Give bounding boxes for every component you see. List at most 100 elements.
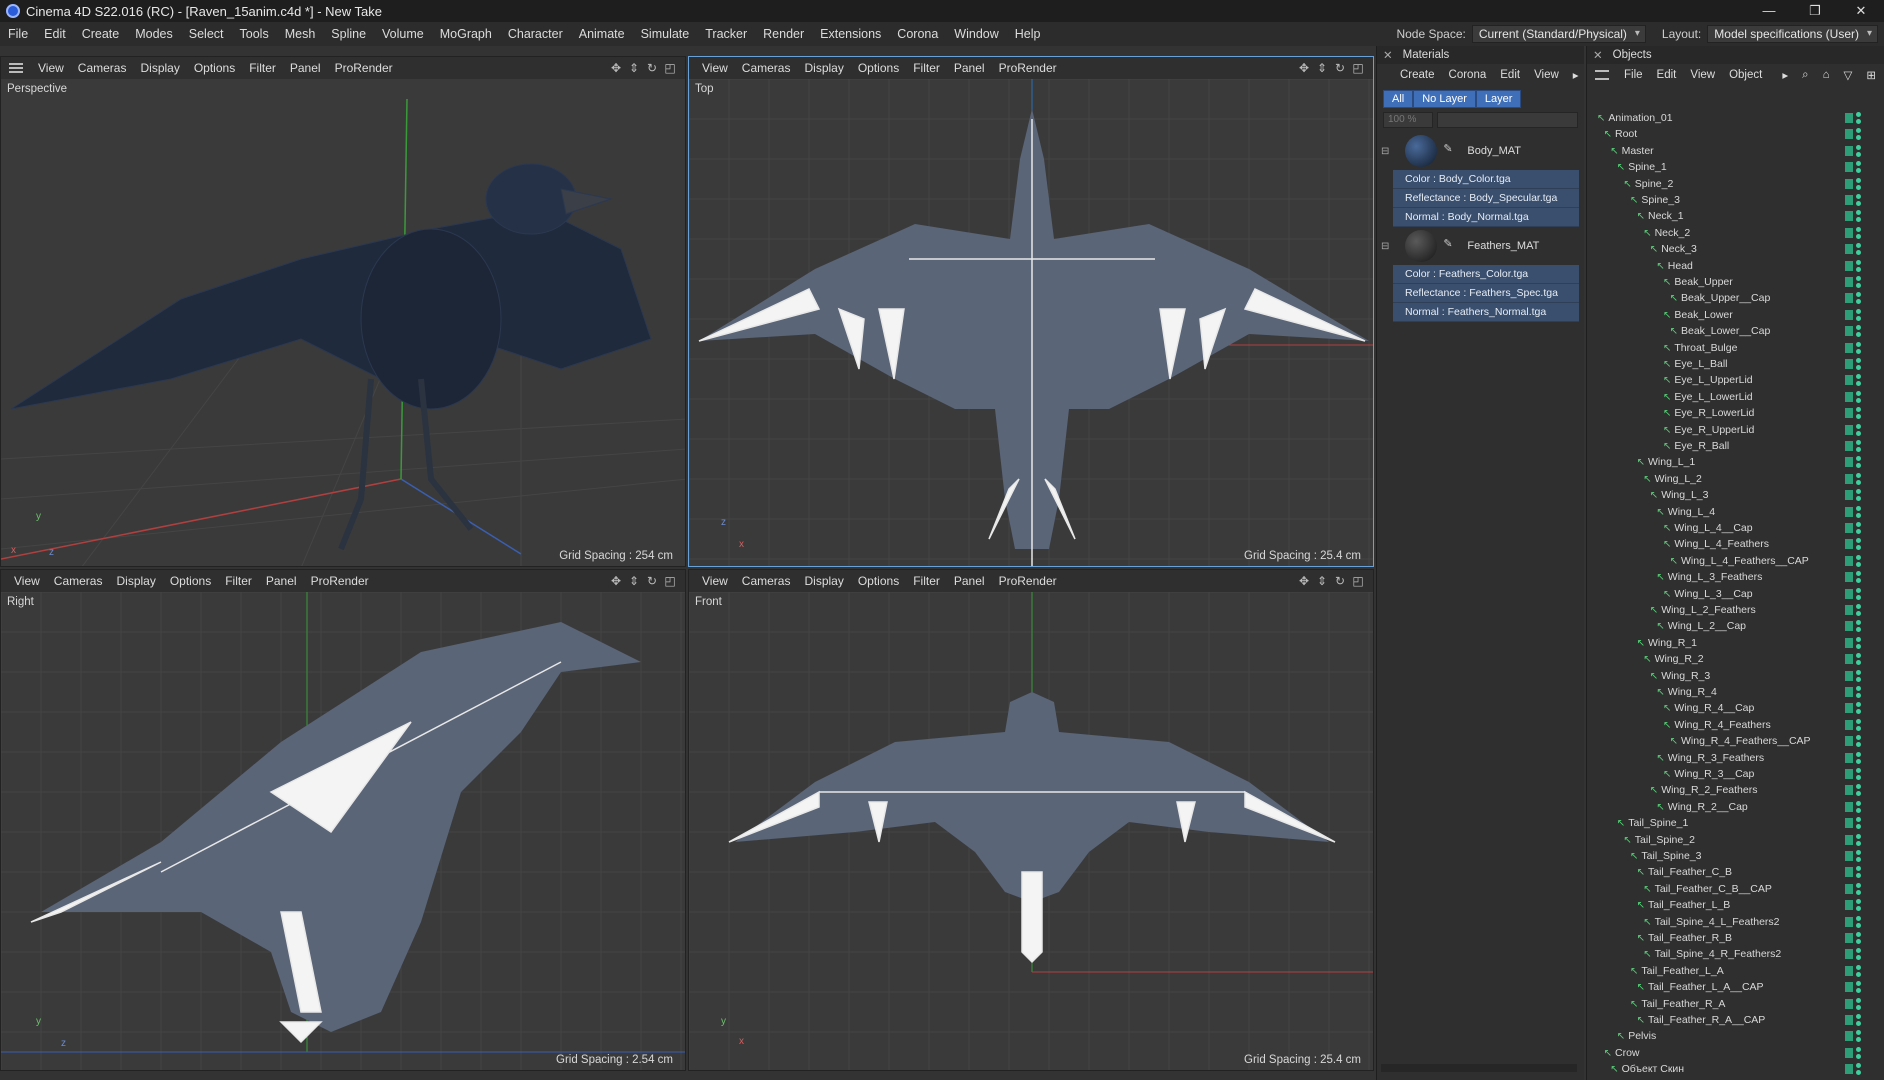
materials-menu-corona[interactable]: Corona	[1442, 69, 1494, 81]
tab-no-layer[interactable]: No Layer	[1413, 90, 1476, 108]
vp-menu-prorender[interactable]: ProRender	[992, 574, 1064, 588]
menu-spline[interactable]: Spline	[323, 22, 374, 46]
vp-menu-view[interactable]: View	[695, 61, 735, 75]
visibility-toggle[interactable]	[1845, 424, 1853, 435]
render-visibility-dot[interactable]	[1856, 955, 1861, 961]
visibility-toggle[interactable]	[1845, 719, 1853, 730]
rotate-view-icon[interactable]: ↻	[1331, 573, 1349, 589]
editor-visibility-dot[interactable]	[1856, 423, 1861, 429]
dolly-view-icon[interactable]: ⇕	[625, 573, 643, 589]
menu-select[interactable]: Select	[181, 22, 232, 46]
vp-menu-filter[interactable]: Filter	[906, 61, 947, 75]
visibility-toggle[interactable]	[1845, 293, 1853, 304]
menu-mograph[interactable]: MoGraph	[432, 22, 500, 46]
editor-visibility-dot[interactable]	[1856, 1030, 1861, 1036]
vp-menu-panel[interactable]: Panel	[947, 61, 992, 75]
editor-visibility-dot[interactable]	[1856, 587, 1861, 593]
vp-menu-display[interactable]: Display	[797, 61, 850, 75]
editor-visibility-dot[interactable]	[1856, 554, 1861, 560]
visibility-toggle[interactable]	[1845, 982, 1853, 993]
vp-menu-filter[interactable]: Filter	[218, 574, 259, 588]
editor-visibility-dot[interactable]	[1856, 1063, 1861, 1069]
editor-visibility-dot[interactable]	[1856, 915, 1861, 921]
material-name[interactable]: Feathers_MAT	[1467, 240, 1539, 252]
vp-menu-prorender[interactable]: ProRender	[304, 574, 376, 588]
visibility-toggle[interactable]	[1845, 359, 1853, 369]
visibility-toggle[interactable]	[1845, 654, 1853, 665]
editor-visibility-dot[interactable]	[1856, 390, 1861, 396]
material-preview-ball[interactable]	[1405, 230, 1438, 262]
visibility-toggle[interactable]	[1845, 539, 1853, 550]
render-visibility-dot[interactable]	[1856, 135, 1861, 141]
editor-visibility-dot[interactable]	[1856, 1014, 1861, 1019]
object-tree-item[interactable]: ↖ Tail_Feather_C_B__CAP	[1593, 881, 1863, 897]
visibility-toggle[interactable]	[1845, 129, 1853, 140]
vp-menu-panel[interactable]: Panel	[259, 574, 304, 588]
object-tree-item[interactable]: ↖ Tail_Feather_R_A__CAP	[1593, 1012, 1863, 1028]
editor-visibility-dot[interactable]	[1856, 276, 1861, 281]
move-view-icon[interactable]: ✥	[607, 60, 625, 76]
render-visibility-dot[interactable]	[1856, 1004, 1861, 1010]
object-tree-item[interactable]: ↖ Объект Скин	[1593, 1061, 1863, 1077]
minimize-button[interactable]: —	[1746, 0, 1792, 22]
render-visibility-dot[interactable]	[1856, 315, 1861, 321]
material-name[interactable]: Body_MAT	[1467, 145, 1521, 157]
menu-file[interactable]: File	[0, 22, 36, 46]
object-tree-item[interactable]: ↖ Tail_Feather_R_B	[1593, 930, 1863, 946]
visibility-toggle[interactable]	[1845, 1064, 1853, 1075]
object-tree-item[interactable]: ↖ Neck_2	[1593, 225, 1863, 241]
vp-menu-filter[interactable]: Filter	[242, 61, 283, 75]
object-tree-item[interactable]: ↖ Crow	[1593, 1045, 1863, 1061]
vp-menu-view[interactable]: View	[31, 61, 71, 75]
render-visibility-dot[interactable]	[1856, 151, 1861, 157]
editor-visibility-dot[interactable]	[1856, 948, 1861, 954]
object-tree-item[interactable]: ↖ Eye_R_UpperLid	[1593, 422, 1863, 438]
object-tree-item[interactable]: ↖ Wing_R_2__Cap	[1593, 799, 1863, 815]
render-visibility-dot[interactable]	[1856, 889, 1861, 895]
visibility-toggle[interactable]	[1845, 113, 1853, 123]
visibility-toggle[interactable]	[1845, 687, 1853, 697]
visibility-toggle[interactable]	[1845, 1031, 1853, 1042]
visibility-toggle[interactable]	[1845, 506, 1853, 517]
objects-menu-file[interactable]: File	[1617, 69, 1650, 81]
editor-visibility-dot[interactable]	[1856, 161, 1861, 167]
hamburger-icon[interactable]	[1595, 70, 1609, 80]
materials-menu-view[interactable]: View	[1527, 69, 1566, 81]
render-visibility-dot[interactable]	[1856, 643, 1861, 649]
maximize-view-icon[interactable]: ◰	[661, 60, 679, 76]
editor-visibility-dot[interactable]	[1856, 620, 1861, 626]
editor-visibility-dot[interactable]	[1856, 964, 1861, 970]
render-visibility-dot[interactable]	[1856, 233, 1861, 239]
object-tree-item[interactable]: ↖ Beak_Upper	[1593, 274, 1863, 290]
object-tree-item[interactable]: ↖ Tail_Feather_C_B	[1593, 864, 1863, 880]
close-panel-icon[interactable]: ✕	[1593, 48, 1603, 62]
visibility-toggle[interactable]	[1845, 1047, 1853, 1058]
editor-visibility-dot[interactable]	[1856, 604, 1861, 609]
editor-visibility-dot[interactable]	[1856, 899, 1861, 905]
visibility-toggle[interactable]	[1845, 162, 1853, 173]
render-visibility-dot[interactable]	[1856, 594, 1861, 600]
visibility-toggle[interactable]	[1845, 260, 1853, 271]
visibility-toggle[interactable]	[1845, 965, 1853, 976]
vp-menu-display[interactable]: Display	[797, 574, 850, 588]
menu-render[interactable]: Render	[755, 22, 812, 46]
object-tree-item[interactable]: ↖ Eye_L_Ball	[1593, 356, 1863, 372]
object-tree-item[interactable]: ↖ Wing_L_3_Feathers	[1593, 569, 1863, 585]
menu-create[interactable]: Create	[74, 22, 128, 46]
object-tree-item[interactable]: ↖ Wing_R_2	[1593, 651, 1863, 667]
visibility-toggle[interactable]	[1845, 769, 1853, 779]
hamburger-icon[interactable]	[9, 63, 23, 73]
render-visibility-dot[interactable]	[1856, 217, 1861, 223]
object-tree-item[interactable]: ↖ Eye_L_LowerLid	[1593, 389, 1863, 405]
search-icon[interactable]: ⌕	[1795, 69, 1815, 82]
visibility-toggle[interactable]	[1845, 227, 1853, 238]
object-tree-item[interactable]: ↖ Tail_Feather_L_B	[1593, 897, 1863, 913]
menu-tools[interactable]: Tools	[232, 22, 277, 46]
render-visibility-dot[interactable]	[1856, 512, 1861, 518]
editor-visibility-dot[interactable]	[1856, 243, 1861, 249]
object-tree-item[interactable]: ↖ Wing_R_2_Feathers	[1593, 782, 1863, 798]
object-tree-item[interactable]: ↖ Pelvis	[1593, 1028, 1863, 1044]
editor-visibility-dot[interactable]	[1856, 177, 1861, 183]
zoom-field[interactable]: 100 %	[1383, 112, 1433, 128]
render-visibility-dot[interactable]	[1856, 381, 1861, 387]
